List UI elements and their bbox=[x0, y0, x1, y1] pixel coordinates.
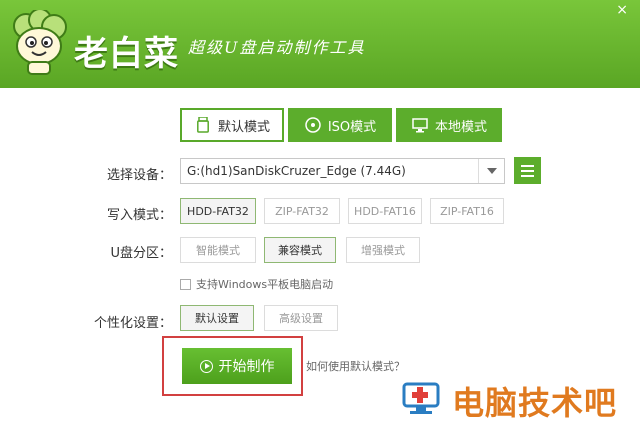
tab-iso-mode[interactable]: ISO模式 bbox=[288, 108, 392, 142]
tablet-support-label: 支持Windows平板电脑启动 bbox=[196, 278, 334, 291]
write-mode-hdd-fat32[interactable]: HDD-FAT32 bbox=[180, 198, 256, 224]
start-button-highlight: 开始制作 bbox=[162, 336, 303, 396]
personalize-advanced[interactable]: 高级设置 bbox=[264, 305, 338, 331]
menu-button[interactable] bbox=[514, 157, 541, 184]
usb-drive-icon bbox=[194, 116, 212, 134]
partition-enhanced-mode[interactable]: 增强模式 bbox=[346, 237, 420, 263]
app-title: 老白菜 bbox=[74, 34, 179, 74]
tablet-support-checkbox[interactable] bbox=[180, 278, 191, 290]
chevron-down-icon[interactable] bbox=[478, 159, 504, 183]
watermark-text: 电脑技术吧 bbox=[452, 384, 618, 422]
write-mode-label: 写入模式： bbox=[106, 208, 172, 223]
tab-label: 本地模式 bbox=[434, 119, 487, 135]
monitor-icon bbox=[411, 116, 429, 134]
computer-plus-icon bbox=[402, 382, 440, 414]
tablet-support-option[interactable]: 支持Windows平板电脑启动 bbox=[180, 276, 333, 292]
tab-local-mode[interactable]: 本地模式 bbox=[396, 108, 502, 142]
close-icon[interactable]: × bbox=[616, 2, 628, 18]
tab-label: ISO模式 bbox=[327, 119, 377, 135]
start-button-label: 开始制作 bbox=[218, 359, 275, 375]
help-link[interactable]: 如何使用默认模式？ bbox=[306, 358, 405, 374]
play-icon bbox=[199, 359, 213, 373]
tab-default-mode[interactable]: 默认模式 bbox=[180, 108, 284, 142]
cabbage-mascot-icon bbox=[13, 10, 67, 75]
personalize-label: 个性化设置： bbox=[93, 316, 172, 331]
write-mode-zip-fat16[interactable]: ZIP-FAT16 bbox=[430, 198, 504, 224]
write-mode-hdd-fat16[interactable]: HDD-FAT16 bbox=[348, 198, 422, 224]
disc-icon bbox=[304, 116, 322, 134]
device-label: 选择设备： bbox=[106, 168, 172, 183]
partition-smart-mode[interactable]: 智能模式 bbox=[180, 237, 256, 263]
device-select[interactable]: G:(hd1)SanDiskCruzer_Edge (7.44G) bbox=[180, 158, 505, 184]
device-value: G:(hd1)SanDiskCruzer_Edge (7.44G) bbox=[187, 164, 406, 178]
write-mode-zip-fat32[interactable]: ZIP-FAT32 bbox=[264, 198, 340, 224]
app-header: 老白菜 超级U盘启动制作工具 × bbox=[0, 0, 640, 88]
personalize-default[interactable]: 默认设置 bbox=[180, 305, 254, 331]
app-slogan: 超级U盘启动制作工具 bbox=[188, 38, 366, 57]
start-button[interactable]: 开始制作 bbox=[182, 348, 292, 384]
tab-label: 默认模式 bbox=[217, 119, 270, 135]
partition-compat-mode[interactable]: 兼容模式 bbox=[264, 237, 336, 263]
partition-label: U盘分区： bbox=[110, 246, 172, 261]
watermark: 电脑技术吧 bbox=[400, 372, 640, 422]
